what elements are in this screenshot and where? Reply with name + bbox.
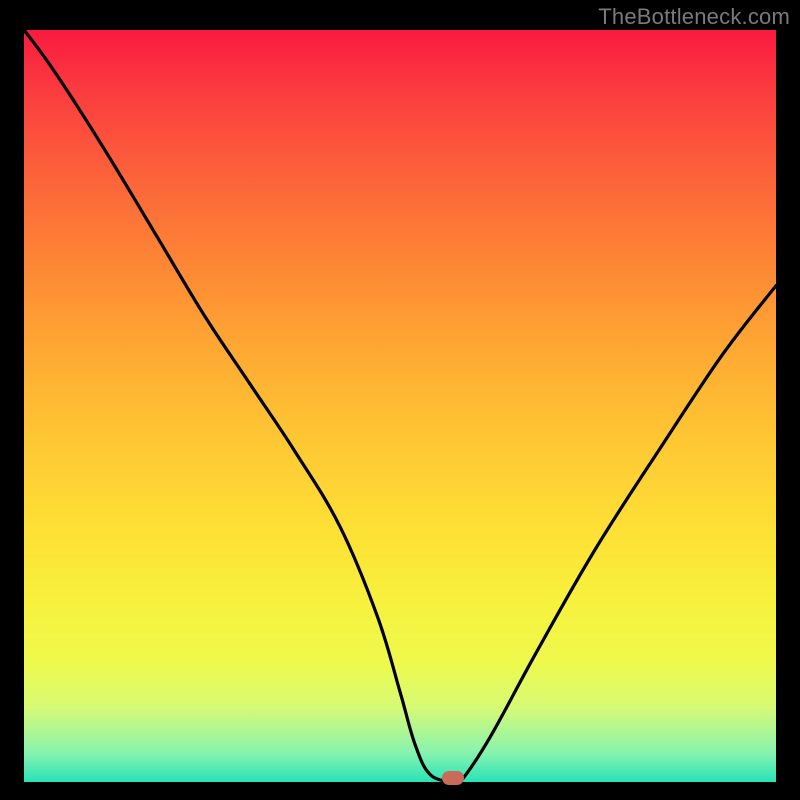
chart-frame: TheBottleneck.com: [0, 0, 800, 800]
bottleneck-curve: [24, 30, 776, 782]
optimal-marker: [442, 771, 464, 785]
curve-svg: [24, 30, 776, 782]
plot-area: [24, 30, 776, 782]
watermark-label: TheBottleneck.com: [598, 4, 790, 30]
